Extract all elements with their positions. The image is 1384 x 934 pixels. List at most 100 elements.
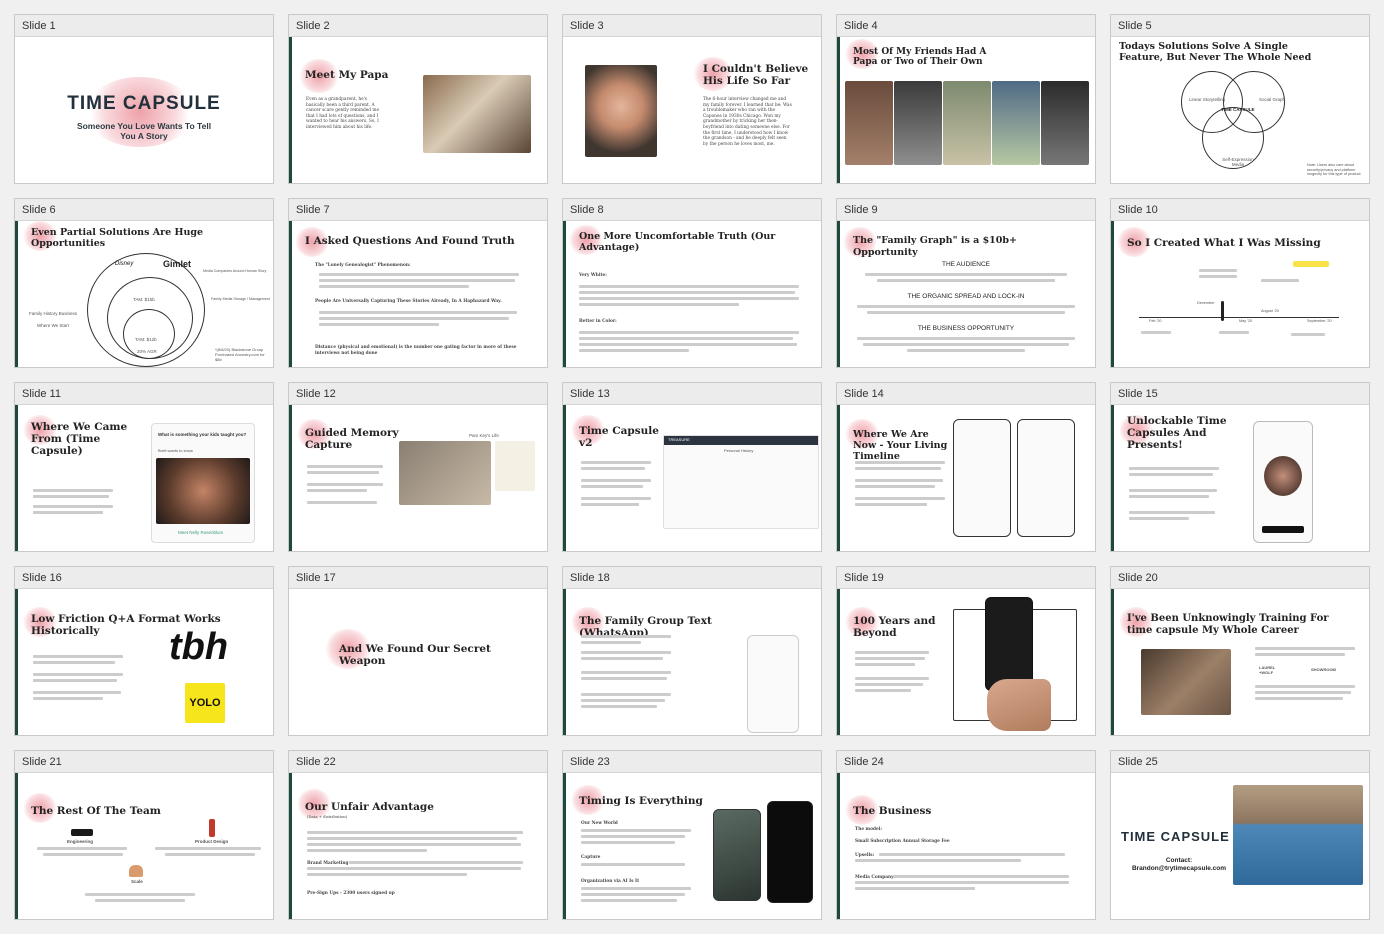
contact-email[interactable]: Brandon@trytimecapsule.com: [1119, 865, 1239, 872]
photo-3: [943, 81, 991, 165]
photo: [1141, 649, 1231, 715]
slide-label: Slide 8: [563, 199, 821, 221]
slide-thumbnail-22[interactable]: Slide 22 Our Unfair Advantage (Data + di…: [288, 750, 548, 920]
slide-thumbnail-10[interactable]: Slide 10 So I Created What I Was Missing…: [1110, 198, 1370, 368]
slide-thumbnail-25[interactable]: Slide 25 TIME CAPSULE Contact: Brandon@t…: [1110, 750, 1370, 920]
slide-thumbnail-17[interactable]: Slide 17 And We Found Our Secret Weapon: [288, 566, 548, 736]
slide-label: Slide 11: [15, 383, 273, 405]
slide-label: Slide 19: [837, 567, 1095, 589]
engineering-icon: [71, 829, 93, 836]
logo-yolo: YOLO: [189, 697, 221, 709]
slide-label: Slide 22: [289, 751, 547, 773]
slide-thumbnail-7[interactable]: Slide 7 I Asked Questions And Found Trut…: [288, 198, 548, 368]
slide-title: Our Unfair Advantage: [305, 801, 434, 813]
role-scale: Scale: [131, 879, 143, 884]
slide-title: Even Partial Solutions Are Huge Opportun…: [31, 227, 204, 249]
slide-label: Slide 21: [15, 751, 273, 773]
slide-thumbnail-1[interactable]: Slide 1 TIME CAPSULE Someone You Love Wa…: [14, 14, 274, 184]
slide-preview: I Couldn't Believe His Life So Far The 6…: [563, 37, 821, 183]
slide-thumbnail-6[interactable]: Slide 6 Even Partial Solutions Are Huge …: [14, 198, 274, 368]
slide-thumbnail-16[interactable]: Slide 16 Low Friction Q+A Format Works H…: [14, 566, 274, 736]
slide-preview: The Rest Of The Team Engineering Product…: [15, 773, 273, 919]
slide-thumbnail-15[interactable]: Slide 15 Unlockable Time Capsules And Pr…: [1110, 382, 1370, 552]
slide-title: I've Been Unknowingly Training For time …: [1127, 613, 1329, 636]
point-1: The "Lonely Genealogist" Phenomenon:: [315, 263, 411, 268]
slide-label: Slide 6: [15, 199, 273, 221]
slide-thumbnail-21[interactable]: Slide 21 The Rest Of The Team Engineerin…: [14, 750, 274, 920]
slide-thumbnail-13[interactable]: Slide 13 Time Capsule v2 TREASURE Person…: [562, 382, 822, 552]
slide-title: Most Of My Friends Had A Papa or Two of …: [853, 47, 987, 67]
photo-4: [992, 81, 1040, 165]
pre-signups: Pre-Sign Ups - 2300 users signed up: [307, 891, 395, 896]
portrait-photo: [585, 65, 657, 157]
side-panel: [495, 441, 535, 491]
slide-thumbnail-14[interactable]: Slide 14 Where We Are Now - Your Living …: [836, 382, 1096, 552]
pool-photo: [1233, 785, 1363, 885]
slide-preview: Meet My Papa Even as a grandparent, he's…: [289, 37, 547, 183]
slide-label: Slide 2: [289, 15, 547, 37]
slide-thumbnail-9[interactable]: Slide 9 The "Family Graph" is a $10b+ Op…: [836, 198, 1096, 368]
slide-preview: And We Found Our Secret Weapon: [289, 589, 547, 735]
brand-marketing: Brand Marketing: [307, 861, 349, 866]
photo: [423, 75, 531, 153]
slide-label: Slide 12: [289, 383, 547, 405]
logo-disney: Disney: [115, 261, 134, 267]
heading-organic-spread: THE ORGANIC SPREAD AND LOCK-IN: [907, 293, 1025, 300]
slide-preview: Timing Is Everything Our New World Captu…: [563, 773, 821, 919]
venn-center-label: TIME CAPSULE: [1221, 107, 1255, 112]
label-where-we-start: Where We Start: [37, 323, 69, 328]
slide-title: Where We Are Now - Your Living Timeline: [853, 429, 948, 462]
slide-thumbnail-11[interactable]: Slide 11 Where We Came From (Time Capsul…: [14, 382, 274, 552]
point-capture: Capture: [581, 855, 601, 860]
slide-preview: TIME CAPSULE Contact: Brandon@trytimecap…: [1111, 773, 1369, 919]
slide-thumbnail-19[interactable]: Slide 19 100 Years and Beyond: [836, 566, 1096, 736]
photo-1: [845, 81, 893, 165]
slide-thumbnail-20[interactable]: Slide 20 I've Been Unknowingly Training …: [1110, 566, 1370, 736]
timeline-axis: [1139, 317, 1339, 318]
slide-label: Slide 3: [563, 15, 821, 37]
role-engineering: Engineering: [67, 839, 94, 844]
photo-2: [894, 81, 942, 165]
brand-title: TIME CAPSULE: [67, 93, 221, 114]
upsells-label: Upsells:: [855, 853, 875, 858]
slide-title: Guided Memory Capture: [305, 427, 399, 451]
tagline: Someone You Love Wants To Tell You A Sto…: [76, 121, 212, 141]
subscription-fee: Small Subscription Annual Storage Fee: [855, 839, 950, 844]
contact-label: Contact:: [1165, 857, 1193, 864]
app-window: TREASURE Personal History: [663, 435, 819, 529]
slide-title: Unlockable Time Capsules And Presents!: [1127, 415, 1227, 451]
app-screen: What is something your kids taught you? …: [151, 423, 255, 543]
slide-thumbnail-24[interactable]: Slide 24 The Business The model: Small S…: [836, 750, 1096, 920]
slide-thumbnail-8[interactable]: Slide 8 One More Uncomfortable Truth (Ou…: [562, 198, 822, 368]
slide-thumbnail-12[interactable]: Slide 12 Guided Memory Capture Pam Key's…: [288, 382, 548, 552]
subtitle: (Data + distribution): [307, 814, 348, 819]
slide-title: The Business: [853, 805, 932, 817]
phone-mockup: [1253, 421, 1313, 543]
slide-thumbnail-2[interactable]: Slide 2 Meet My Papa Even as a grandpare…: [288, 14, 548, 184]
slide-thumbnail-5[interactable]: Slide 5 Todays Solutions Solve A Single …: [1110, 14, 1370, 184]
slide-thumbnail-3[interactable]: Slide 3 I Couldn't Believe His Life So F…: [562, 14, 822, 184]
slide-preview: Todays Solutions Solve A Single Feature,…: [1111, 37, 1369, 183]
slide-thumbnail-4[interactable]: Slide 4 Most Of My Friends Had A Papa or…: [836, 14, 1096, 184]
logo-showroom: SHOWROOM: [1311, 667, 1336, 672]
cagr: 20% AGR: [137, 349, 157, 354]
note: Note: Users also care about security/pri…: [1307, 163, 1361, 176]
brand-title: TIME CAPSULE: [1121, 829, 1230, 844]
slide-thumbnail-23[interactable]: Slide 23 Timing Is Everything Our New Wo…: [562, 750, 822, 920]
slide-title: I Asked Questions And Found Truth: [305, 235, 515, 247]
slide-label: Slide 25: [1111, 751, 1369, 773]
design-icon: [209, 819, 215, 837]
tam-15b: TAM: $15b: [133, 297, 155, 302]
phone-mockup-2: [1017, 419, 1075, 537]
slide-preview: Low Friction Q+A Format Works Historical…: [15, 589, 273, 735]
timeline-december: December: [1197, 301, 1215, 305]
slide-label: Slide 10: [1111, 199, 1369, 221]
slide-thumbnail-18[interactable]: Slide 18 The Family Group Text (WhatsApp…: [562, 566, 822, 736]
phone-mockup: [985, 597, 1033, 691]
slide-grid: Slide 1 TIME CAPSULE Someone You Love Wa…: [14, 14, 1370, 920]
timeline-marker: [1221, 301, 1224, 321]
logo-laurel-wolf: LAUREL +WOLF: [1259, 665, 1276, 675]
timeline-may: May '20: [1239, 319, 1253, 323]
media-company-label: Media Company:: [855, 875, 896, 880]
scale-icon: [129, 865, 143, 877]
